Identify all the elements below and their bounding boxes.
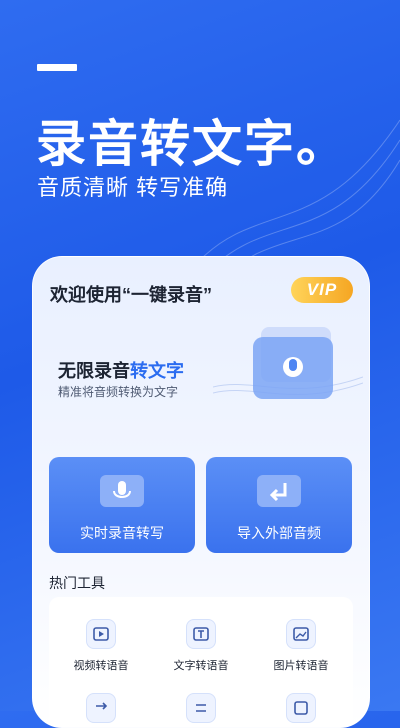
- microphone-folder-icon: [100, 475, 144, 507]
- tools-panel: 视频转语音 文字转语音 图片转语音: [49, 597, 353, 727]
- feature-title-prefix: 无限录音: [58, 361, 130, 381]
- tool-second-row-1[interactable]: [53, 693, 149, 723]
- welcome-text: 欢迎使用“一键录音”: [50, 285, 212, 305]
- tool-second-row-2[interactable]: [153, 693, 249, 723]
- import-audio-button[interactable]: 导入外部音频: [206, 457, 352, 553]
- tool-second-row-3[interactable]: [253, 693, 349, 723]
- vip-badge[interactable]: VIP: [291, 277, 353, 303]
- tool-video-to-speech[interactable]: 视频转语音: [53, 619, 149, 673]
- realtime-record-label: 实时录音转写: [80, 525, 164, 541]
- decorative-dash: [37, 64, 77, 71]
- image-icon: [286, 619, 316, 649]
- convert-icon: [86, 693, 116, 723]
- tool-label: 视频转语音: [73, 660, 129, 672]
- tools-section-title: 热门工具: [49, 575, 105, 591]
- video-play-icon: [86, 619, 116, 649]
- feature-title: 无限录音转文字: [58, 357, 184, 383]
- realtime-record-button[interactable]: 实时录音转写: [49, 457, 195, 553]
- phone-card: 欢迎使用“一键录音” VIP 无限录音转文字 精准将音频转换为文字 实时录音转写…: [32, 256, 370, 728]
- text-icon: [186, 619, 216, 649]
- import-folder-icon: [257, 475, 301, 507]
- swap-icon: [186, 693, 216, 723]
- tool-label: 图片转语音: [273, 660, 329, 672]
- tool-text-to-speech[interactable]: 文字转语音: [153, 619, 249, 673]
- folder-microphone-illustration: [213, 327, 363, 399]
- tool-image-to-speech[interactable]: 图片转语音: [253, 619, 349, 673]
- text-box-icon: [286, 693, 316, 723]
- feature-subtitle: 精准将音频转换为文字: [58, 385, 179, 399]
- tool-label: 文字转语音: [173, 660, 229, 672]
- import-audio-label: 导入外部音频: [237, 525, 321, 541]
- feature-title-highlight: 转文字: [130, 361, 184, 381]
- decorative-waves: [200, 119, 400, 280]
